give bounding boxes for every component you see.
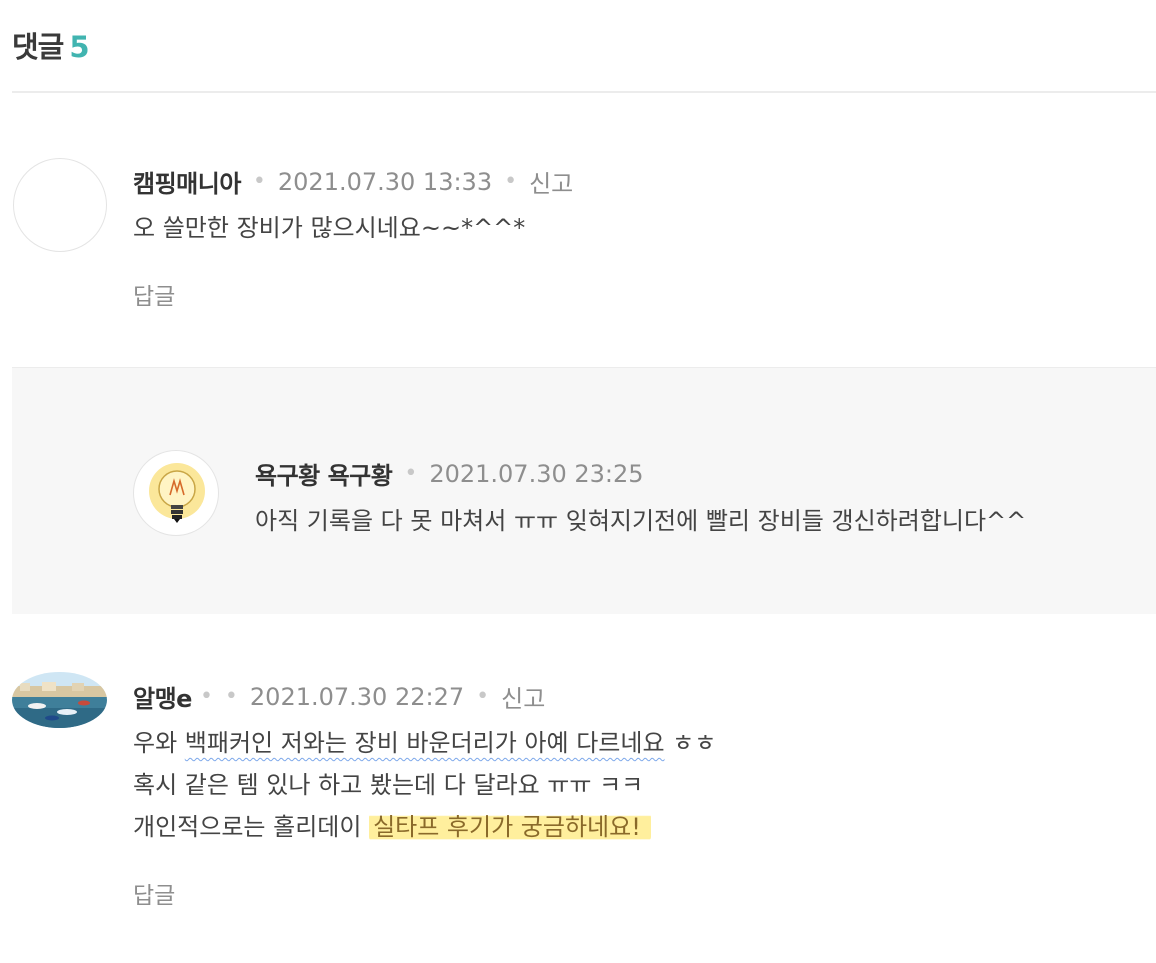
reply-button[interactable]: 답글	[133, 876, 175, 910]
reply-text: 아직 기록을 다 못 마쳐서 ㅠㅠ 잊혀지기전에 빨리 장비들 갱신하려합니다^…	[255, 507, 1027, 535]
comment-line: 혹시 같은 템 있나 하고 봤는데 다 달라요 ㅠㅠ ㅋㅋ	[133, 771, 644, 799]
spellcheck-underlined-text: 백패커인 저와는 장비 바운더리가 아예 다르네요	[184, 729, 665, 757]
text-segment: ㅎㅎ	[664, 729, 717, 757]
reply-meta: 욕구황 욕구황 • 2021.07.30 23:25	[255, 456, 644, 491]
comment-nickname[interactable]: 알맹e	[133, 679, 192, 714]
comment-nickname[interactable]: 캠핑매니아	[133, 164, 241, 199]
reply-nickname[interactable]: 욕구황 욕구황	[255, 456, 393, 491]
comment-line: 우와 백패커인 저와는 장비 바운더리가 아예 다르네요 ㅎㅎ	[133, 722, 716, 764]
comments-count: 5	[69, 30, 89, 64]
separator-dot: •	[252, 169, 266, 194]
avatar[interactable]	[133, 450, 219, 536]
comments-title: 댓글	[12, 30, 64, 64]
comments-header: 댓글 5	[12, 24, 90, 66]
reply-button[interactable]: 답글	[133, 277, 175, 311]
comment-meta: 캠핑매니아 • 2021.07.30 13:33 • 신고	[133, 164, 573, 199]
highlighted-text: 실타프 후기가 궁금하네요!	[369, 813, 651, 841]
lightbulb-icon	[149, 463, 205, 523]
comment-text: 우와 백패커인 저와는 장비 바운더리가 아예 다르네요 ㅎㅎ 혹시 같은 템 …	[133, 722, 716, 848]
harbor-photo-icon	[12, 672, 107, 728]
comment-date: 2021.07.30 13:33	[277, 167, 493, 196]
text-segment: 개인적으로는 홀리데이	[133, 813, 370, 841]
separator-dot: •	[224, 684, 238, 709]
text-segment: 우와	[133, 729, 185, 757]
comment-date: 2021.07.30 22:27	[249, 682, 465, 711]
separator-dot: •	[199, 684, 213, 709]
comment-meta: 알맹e • • 2021.07.30 22:27 • 신고	[133, 679, 545, 714]
report-button[interactable]: 신고	[529, 164, 573, 199]
report-button[interactable]: 신고	[501, 679, 545, 714]
separator-dot: •	[504, 169, 518, 194]
avatar[interactable]	[12, 672, 107, 728]
separator-dot: •	[404, 461, 418, 486]
comment-line: 개인적으로는 홀리데이 실타프 후기가 궁금하네요!	[133, 806, 716, 848]
reply-date: 2021.07.30 23:25	[429, 459, 644, 488]
avatar[interactable]	[13, 158, 107, 252]
header-divider	[12, 91, 1156, 93]
separator-dot: •	[476, 684, 490, 709]
comment-text: 오 쓸만한 장비가 많으시네요~~*^^*	[133, 214, 526, 242]
